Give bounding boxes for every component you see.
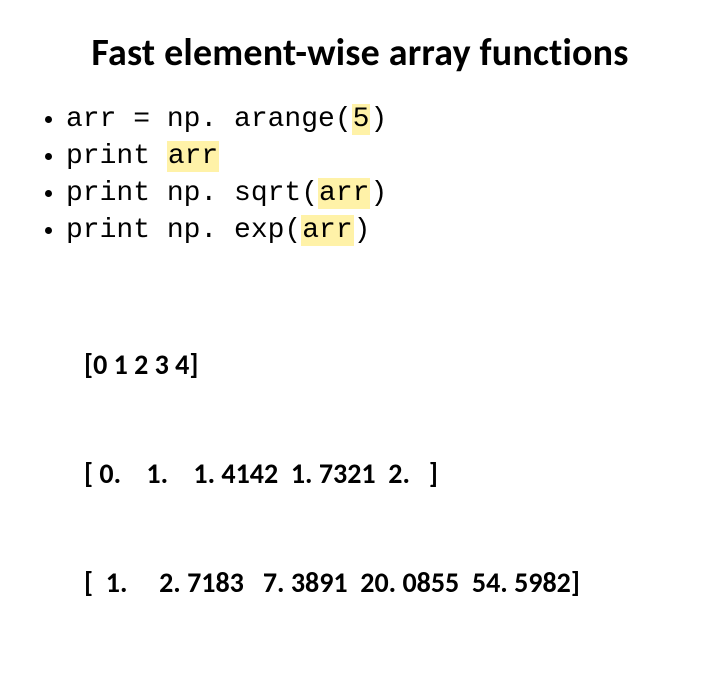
code-highlight: 5: [352, 104, 371, 135]
code-text: print np. exp(: [66, 215, 301, 246]
code-text: ): [370, 104, 387, 135]
code-highlight: arr: [301, 215, 353, 246]
slide: Fast element-wise array functions arr = …: [0, 0, 720, 540]
code-line-3: print np. sqrt(arr): [66, 176, 684, 211]
code-line-1: arr = np. arange(5): [66, 102, 684, 137]
code-line-4: print np. exp(arr): [66, 213, 684, 248]
code-highlight: arr: [167, 141, 219, 172]
code-line-2: print arr: [66, 139, 684, 174]
code-text: print np. sqrt(: [66, 178, 318, 209]
output-line-2: [ 0. 1. 1. 4142 1. 7321 2. ]: [84, 456, 684, 492]
slide-title: Fast element-wise array functions: [36, 30, 684, 76]
code-text: print: [66, 141, 167, 172]
code-text: arr = np. arange(: [66, 104, 352, 135]
code-block: arr = np. arange(5) print arr print np. …: [36, 102, 684, 248]
output-block: [0 1 2 3 4] [ 0. 1. 1. 4142 1. 7321 2. ]…: [84, 274, 684, 674]
output-line-1: [0 1 2 3 4]: [84, 347, 684, 383]
code-text: ): [370, 178, 387, 209]
output-line-3: [ 1. 2. 7183 7. 3891 20. 0855 54. 5982]: [84, 565, 684, 601]
code-text: ): [354, 215, 371, 246]
code-highlight: arr: [318, 178, 370, 209]
